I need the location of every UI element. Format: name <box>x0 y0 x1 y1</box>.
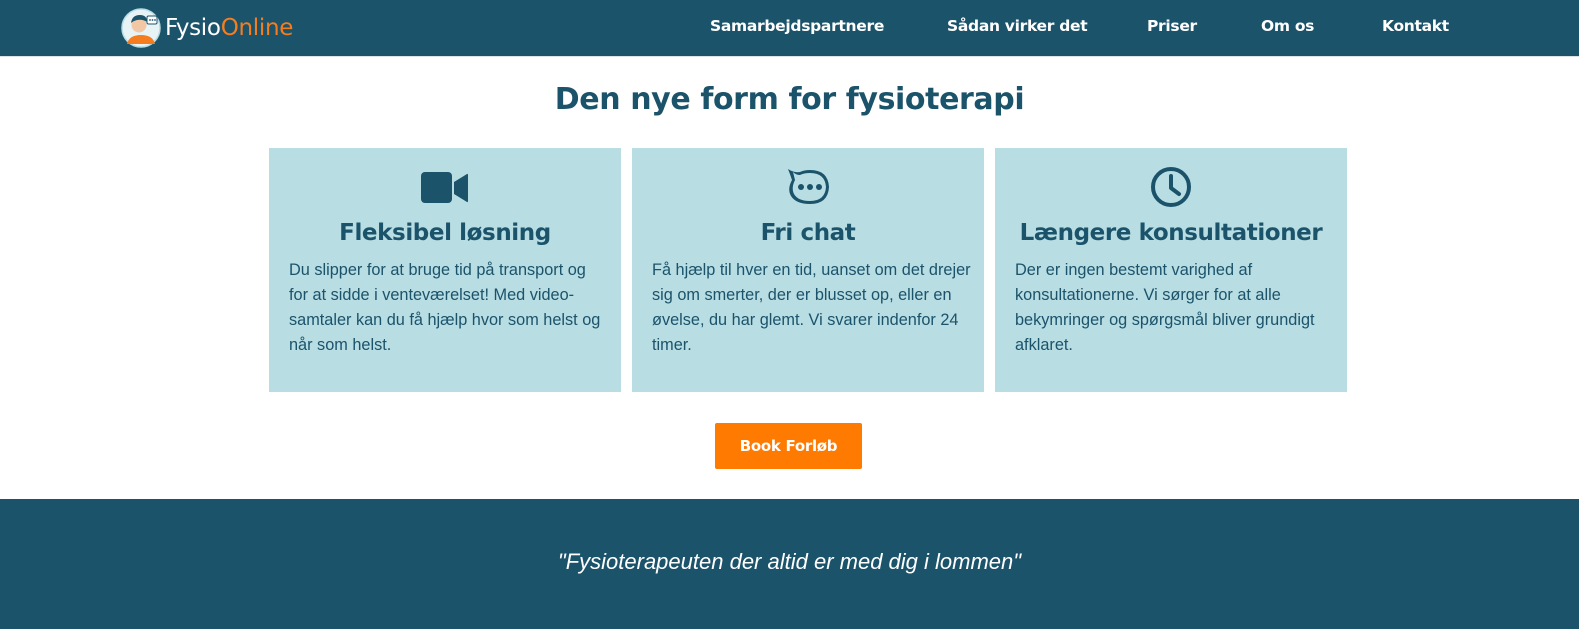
feature-card-longer-consultations: Længere konsultationer Der er ingen best… <box>995 148 1347 392</box>
card-title: Fri chat <box>760 220 856 246</box>
site-header: FysioOnline Samarbejdspartnere Sådan vir… <box>0 0 1579 57</box>
logo-text-fysio: Fysio <box>165 15 221 41</box>
video-camera-icon <box>421 172 468 203</box>
feature-card-chat: Fri chat Få hjælp til hver en tid, uanse… <box>632 148 984 392</box>
quote-band: "Fysioterapeuten der altid er med dig i … <box>0 499 1579 629</box>
chat-bubble-icon <box>788 169 829 204</box>
book-course-button[interactable]: Book Forløb <box>715 423 862 469</box>
card-text: Du slipper for at bruge tid på transport… <box>289 261 601 354</box>
card-title: Fleksibel løsning <box>339 220 551 246</box>
nav-link-om-os[interactable]: Om os <box>1261 17 1314 35</box>
card-text: Der er ingen bestemt varighed af konsult… <box>1015 261 1315 354</box>
page-title: Den nye form for fysioterapi <box>554 82 1025 117</box>
nav-link-priser[interactable]: Priser <box>1147 17 1197 35</box>
logo-avatar-icon <box>121 8 161 48</box>
logo-text-online: Online <box>220 15 294 41</box>
nav-link-saadan-virker-det[interactable]: Sådan virker det <box>947 17 1088 35</box>
card-title: Længere konsultationer <box>1019 220 1323 246</box>
card-icon-wrap <box>995 166 1347 208</box>
tagline-quote: "Fysioterapeuten der altid er med dig i … <box>557 549 1022 574</box>
nav-link-kontakt[interactable]: Kontakt <box>1382 17 1449 35</box>
clock-icon <box>1151 167 1191 207</box>
card-icon-wrap <box>269 166 621 208</box>
logo-link[interactable]: FysioOnline <box>121 8 293 48</box>
feature-card-flexible: Fleksibel løsning Du slipper for at brug… <box>269 148 621 392</box>
card-text: Få hjælp til hver en tid, uanset om det … <box>652 261 971 354</box>
logo-wordmark: FysioOnline <box>165 8 293 48</box>
card-icon-wrap <box>632 166 984 208</box>
nav-link-samarbejdspartnere[interactable]: Samarbejdspartnere <box>710 17 884 35</box>
